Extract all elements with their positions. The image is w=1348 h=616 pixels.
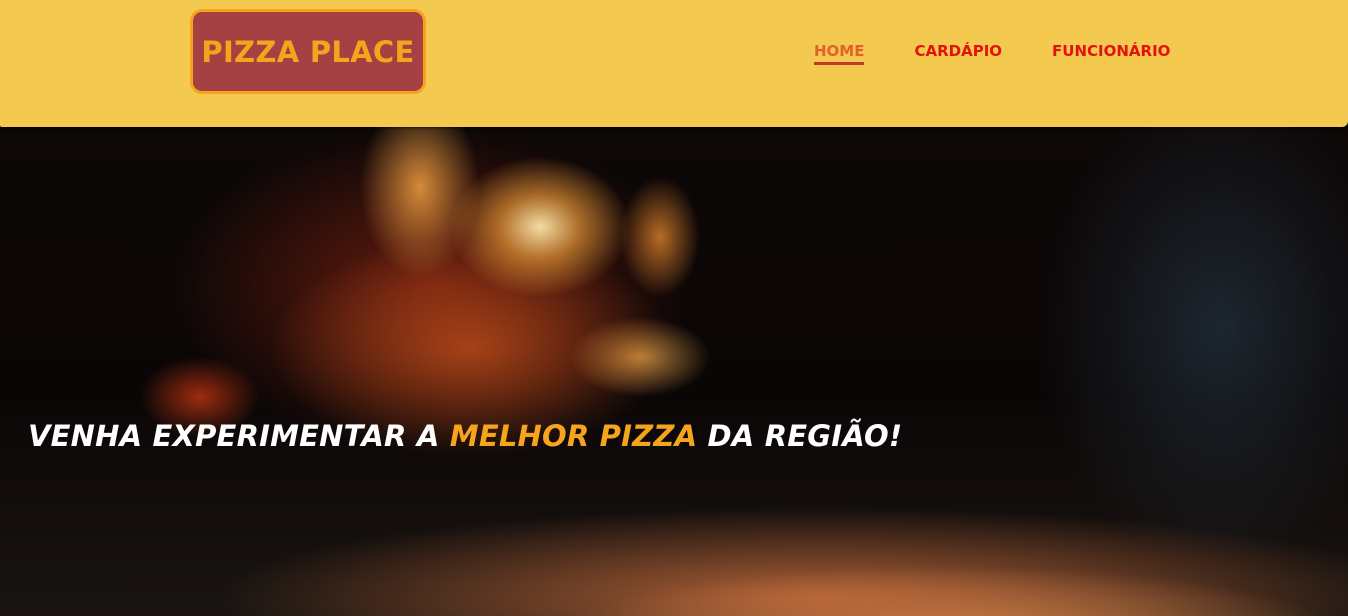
site-header: PIZZA PLACE HOME CARDÁPIO FUNCIONÁRIO — [0, 0, 1348, 127]
hero-title-highlight: MELHOR PIZZA — [449, 419, 698, 453]
nav-item-funcionario[interactable]: FUNCIONÁRIO — [1052, 42, 1170, 65]
site-logo[interactable]: PIZZA PLACE — [190, 9, 426, 94]
hero-banner: VENHA EXPERIMENTAR A MELHOR PIZZA DA REG… — [0, 127, 1348, 616]
hero-title-before: VENHA EXPERIMENTAR A — [28, 419, 450, 453]
hero-title-after: DA REGIÃO! — [697, 419, 903, 453]
main-nav: HOME CARDÁPIO FUNCIONÁRIO — [814, 42, 1170, 65]
nav-item-home[interactable]: HOME — [814, 42, 865, 65]
nav-item-cardapio[interactable]: CARDÁPIO — [914, 42, 1002, 65]
logo-text: PIZZA PLACE — [201, 34, 415, 69]
hero-title: VENHA EXPERIMENTAR A MELHOR PIZZA DA REG… — [28, 419, 902, 453]
